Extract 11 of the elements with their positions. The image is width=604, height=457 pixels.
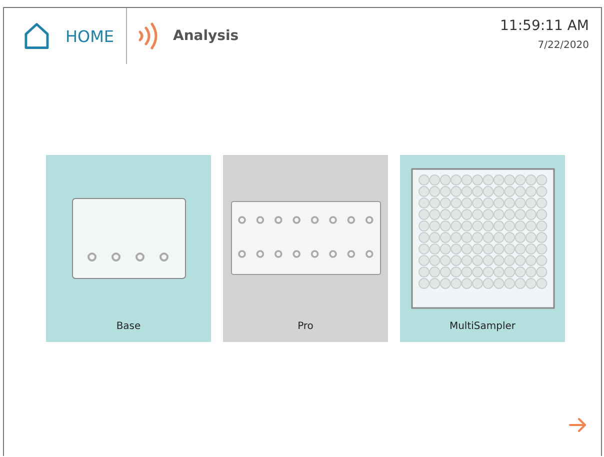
house-icon [24, 22, 50, 50]
card-label: Base [116, 321, 141, 334]
home-button[interactable]: HOME [4, 8, 127, 64]
card-label: Pro [298, 321, 314, 334]
clock-time: 11:59:11 AM [500, 18, 589, 34]
arrow-right-icon[interactable] [569, 418, 587, 432]
model-card[interactable]: Base [46, 155, 211, 342]
model-card[interactable]: MultiSampler [400, 155, 565, 342]
clock-date: 7/22/2020 [538, 40, 589, 51]
page-title: Analysis [173, 28, 239, 44]
card-label: MultiSampler [449, 321, 516, 334]
